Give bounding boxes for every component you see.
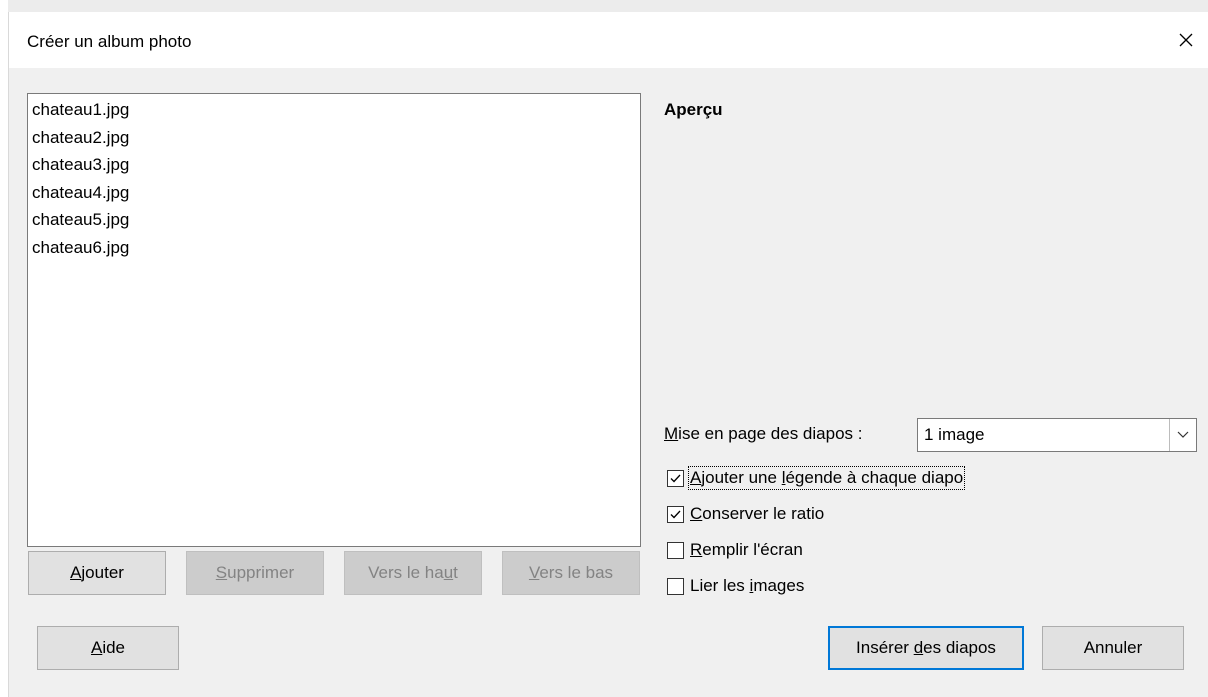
left-edge xyxy=(0,0,8,697)
label-part: Vers le ha xyxy=(368,563,444,582)
help-label: Aide xyxy=(91,638,125,658)
create-photo-album-dialog: Créer un album photo chateau1.jpg chatea… xyxy=(8,12,1208,697)
label-part: Lier les xyxy=(690,576,750,595)
list-item[interactable]: chateau5.jpg xyxy=(32,206,636,234)
label-part: emplir l'écran xyxy=(702,540,803,559)
add-caption-option[interactable]: Ajouter une légende à chaque diapo xyxy=(667,466,966,490)
close-icon xyxy=(1179,33,1193,47)
fill-screen-checkbox[interactable] xyxy=(667,541,684,559)
add-caption-label: Ajouter une légende à chaque diapo xyxy=(687,466,966,490)
keep-ratio-label: Conserver le ratio xyxy=(690,504,824,524)
label-part: ers le bas xyxy=(539,563,614,582)
label-accesskey: V xyxy=(528,563,540,582)
label-accesskey: A xyxy=(70,563,82,582)
label-part: mages xyxy=(753,576,805,595)
label-part: es diapos xyxy=(923,638,996,657)
link-images-option[interactable]: Lier les images xyxy=(667,574,804,598)
list-item[interactable]: chateau4.jpg xyxy=(32,179,636,207)
image-list[interactable]: chateau1.jpg chateau2.jpg chateau3.jpg c… xyxy=(27,93,641,547)
list-item[interactable]: chateau6.jpg xyxy=(32,234,636,262)
link-images-label: Lier les images xyxy=(690,576,804,596)
title-bar: Créer un album photo xyxy=(9,12,1208,68)
list-item[interactable]: chateau2.jpg xyxy=(32,124,636,152)
preview-heading: Aperçu xyxy=(664,100,723,119)
label-accesskey: u xyxy=(443,563,454,582)
add-button[interactable]: Ajouter xyxy=(28,551,166,595)
label-accesskey: M xyxy=(664,424,679,443)
keep-ratio-checkbox[interactable] xyxy=(667,505,684,523)
fill-screen-option[interactable]: Remplir l'écran xyxy=(667,538,803,562)
dropdown-arrow[interactable] xyxy=(1169,419,1196,451)
link-images-checkbox[interactable] xyxy=(667,577,684,595)
label-part: ise en page des diapos : xyxy=(678,424,863,443)
label-accesskey: C xyxy=(690,504,703,523)
slide-layout-dropdown[interactable]: 1 image xyxy=(917,418,1197,452)
label-accesskey: A xyxy=(690,468,702,487)
list-item[interactable]: chateau3.jpg xyxy=(32,151,636,179)
add-label: Ajouter xyxy=(70,563,124,583)
remove-button[interactable]: Supprimer xyxy=(186,551,324,595)
remove-label: Supprimer xyxy=(216,563,294,583)
insert-slides-label: Insérer des diapos xyxy=(856,638,996,658)
label-part: onserver le ratio xyxy=(702,504,825,523)
checkmark-icon xyxy=(670,510,681,518)
close-button[interactable] xyxy=(1163,12,1208,68)
help-button[interactable]: Aide xyxy=(37,626,179,670)
chevron-down-icon xyxy=(1177,431,1189,438)
label-accesskey: d xyxy=(913,638,924,657)
label-part: jouter une xyxy=(701,468,782,487)
move-down-button[interactable]: Vers le bas xyxy=(502,551,640,595)
cancel-label: Annuler xyxy=(1083,638,1143,657)
fill-screen-label: Remplir l'écran xyxy=(690,540,803,560)
list-item[interactable]: chateau1.jpg xyxy=(32,96,636,124)
move-up-button[interactable]: Vers le haut xyxy=(344,551,482,595)
label-part: égende à chaque diapo xyxy=(785,468,964,487)
label-part: t xyxy=(453,563,458,582)
label-accesskey: A xyxy=(90,638,103,657)
label-accesskey: R xyxy=(690,540,703,559)
label-part: upprimer xyxy=(227,563,295,582)
label-part: Insérer xyxy=(856,638,914,657)
slide-layout-value: 1 image xyxy=(924,425,985,444)
label-accesskey: S xyxy=(215,563,228,582)
move-up-label: Vers le haut xyxy=(368,563,458,583)
checkmark-icon xyxy=(670,474,681,482)
insert-slides-button[interactable]: Insérer des diapos xyxy=(828,626,1024,670)
add-caption-checkbox[interactable] xyxy=(667,469,684,487)
keep-ratio-option[interactable]: Conserver le ratio xyxy=(667,502,824,526)
slide-layout-label: Mise en page des diapos : xyxy=(664,424,862,444)
label-part: ide xyxy=(102,638,126,657)
cancel-button[interactable]: Annuler xyxy=(1042,626,1184,670)
top-edge xyxy=(8,0,1208,12)
move-down-label: Vers le bas xyxy=(529,563,613,583)
label-part: jouter xyxy=(81,563,124,582)
dialog-title: Créer un album photo xyxy=(27,32,192,51)
